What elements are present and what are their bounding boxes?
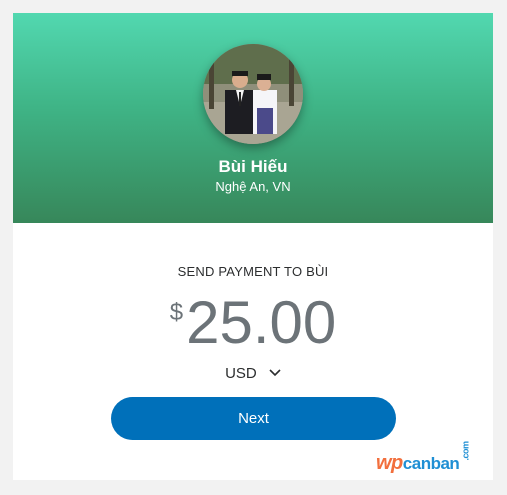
avatar (203, 44, 303, 144)
avatar-photo (203, 44, 303, 144)
recipient-header: Bùi Hiếu Nghệ An, VN (13, 13, 493, 223)
amount-display[interactable]: $25.00 (13, 293, 493, 353)
watermark-logo: wpcanban .com (376, 441, 471, 475)
currency-dropdown[interactable]: USD (13, 365, 493, 382)
watermark-part1: wp (376, 452, 403, 474)
amount-value[interactable]: 25.00 (186, 293, 336, 353)
chevron-down-icon (269, 364, 281, 381)
watermark-suffix: .com (460, 441, 471, 461)
currency-code: USD (225, 365, 257, 382)
recipient-name: Bùi Hiếu (218, 157, 288, 176)
currency-symbol: $ (169, 299, 184, 326)
next-button[interactable]: Next (111, 397, 396, 440)
payment-card: Bùi Hiếu Nghệ An, VN SEND PAYMENT TO BÙI… (13, 13, 493, 480)
send-payment-label: SEND PAYMENT TO BÙI (177, 264, 329, 279)
watermark-part2: canban (402, 454, 460, 473)
recipient-location: Nghệ An, VN (215, 179, 291, 194)
